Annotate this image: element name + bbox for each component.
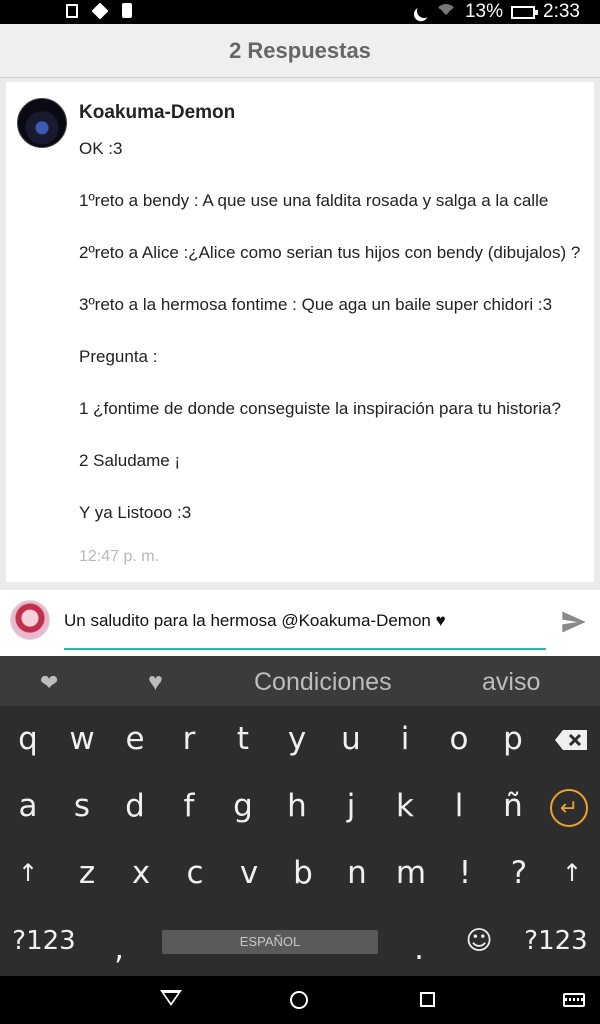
key-u[interactable]: u [324,706,378,773]
key-question[interactable]: ? [492,840,546,907]
image-notification-icon [66,3,78,18]
key-l[interactable]: l [432,773,486,840]
notification-icons [66,2,132,19]
message-paragraph: 2 Saludame ¡ [79,451,181,470]
key-n[interactable]: n [330,840,384,907]
enter-icon[interactable]: ↵ [550,789,588,827]
key-a[interactable]: a [1,773,55,840]
key-comma[interactable]: , [92,916,146,983]
space-bar[interactable]: ESPAÑOL [162,930,378,954]
shift-right-key[interactable]: ↑ [545,840,599,907]
key-row-1: q w e r t y u i o p [0,706,600,773]
wifi-icon [434,4,457,20]
home-icon[interactable] [290,991,308,1009]
message-body: OK :3 1ºreto a bendy : A que use una fal… [79,136,589,526]
key-k[interactable]: k [378,773,432,840]
key-w[interactable]: w [55,706,109,773]
message-paragraph: 2ºreto a Alice :¿Alice como serian tus h… [79,243,581,262]
backspace-icon[interactable] [555,730,587,750]
message-paragraph: 3ºreto a la hermosa fontime : Que aga un… [79,295,553,314]
suggestion-heart[interactable]: ♥ [148,668,163,697]
current-user-avatar [10,600,50,640]
key-row-2: a s d f g h j k l ñ [0,773,600,840]
key-s[interactable]: s [55,773,109,840]
key-d[interactable]: d [108,773,162,840]
emoji-icon[interactable]: ☺ [452,908,506,975]
key-v[interactable]: v [222,840,276,907]
back-icon[interactable] [160,990,182,1006]
suggestion-aviso[interactable]: aviso [482,668,540,697]
key-exclamation[interactable]: ! [438,840,492,907]
suggestion-heart-outline[interactable]: ❤ [40,670,58,696]
key-row-3: ↑ z x c v b n m ! ? ↑ [0,840,600,907]
battery-percent: 13% [464,1,504,22]
symbols-key-left[interactable]: ?123 [6,908,82,975]
do-not-disturb-icon [415,2,433,20]
system-status: 13% 2:33 [413,1,580,23]
message-timestamp: 12:47 p. m. [79,548,160,565]
message-paragraph: Pregunta : [79,347,158,366]
symbols-key-right[interactable]: ?123 [518,908,594,975]
key-z[interactable]: z [60,840,114,907]
key-f[interactable]: f [162,773,216,840]
message-paragraph: 1ºreto a bendy : A que use una faldita r… [79,191,549,210]
key-t[interactable]: t [216,706,270,773]
app-notification-icon [91,2,109,19]
key-e[interactable]: e [108,706,162,773]
battery-icon [511,5,539,19]
message-paragraph: OK :3 [79,139,123,158]
key-o[interactable]: o [432,706,486,773]
reply-input[interactable] [64,604,546,650]
key-j[interactable]: j [324,773,378,840]
message-paragraph: Y ya Listooo :3 [79,503,192,522]
key-p[interactable]: p [486,706,540,773]
key-b[interactable]: b [276,840,330,907]
key-period[interactable]: . [392,916,446,983]
suggestion-strip: ❤ ♥ Condiciones aviso [0,656,600,706]
send-icon[interactable] [560,608,588,636]
device-notification-icon [122,3,132,18]
keyboard-switch-icon[interactable] [563,993,585,1007]
key-x[interactable]: x [114,840,168,907]
reply-bar [0,590,600,656]
recent-apps-icon[interactable] [420,992,435,1007]
suggestion-condiciones[interactable]: Condiciones [254,668,392,697]
key-y[interactable]: y [270,706,324,773]
key-i[interactable]: i [378,706,432,773]
key-g[interactable]: g [216,773,270,840]
reply-card[interactable]: Koakuma-Demon OK :3 1ºreto a bendy : A q… [6,82,594,582]
status-bar: 13% 2:33 [0,0,600,24]
key-q[interactable]: q [1,706,55,773]
key-h[interactable]: h [270,773,324,840]
key-c[interactable]: c [168,840,222,907]
user-avatar[interactable] [17,98,67,148]
replies-list[interactable]: Koakuma-Demon OK :3 1ºreto a bendy : A q… [0,78,600,590]
navigation-bar [0,976,600,1024]
username[interactable]: Koakuma-Demon [79,102,235,124]
key-m[interactable]: m [384,840,438,907]
key-r[interactable]: r [162,706,216,773]
message-paragraph: 1 ¿fontime de donde conseguiste la inspi… [79,399,561,418]
clock: 2:33 [543,1,580,22]
shift-left-key[interactable]: ↑ [1,840,55,907]
key-n-tilde[interactable]: ñ [486,773,540,840]
on-screen-keyboard: ❤ ♥ Condiciones aviso q w e r t y u i o … [0,656,600,976]
page-title: 2 Respuestas [0,24,600,78]
